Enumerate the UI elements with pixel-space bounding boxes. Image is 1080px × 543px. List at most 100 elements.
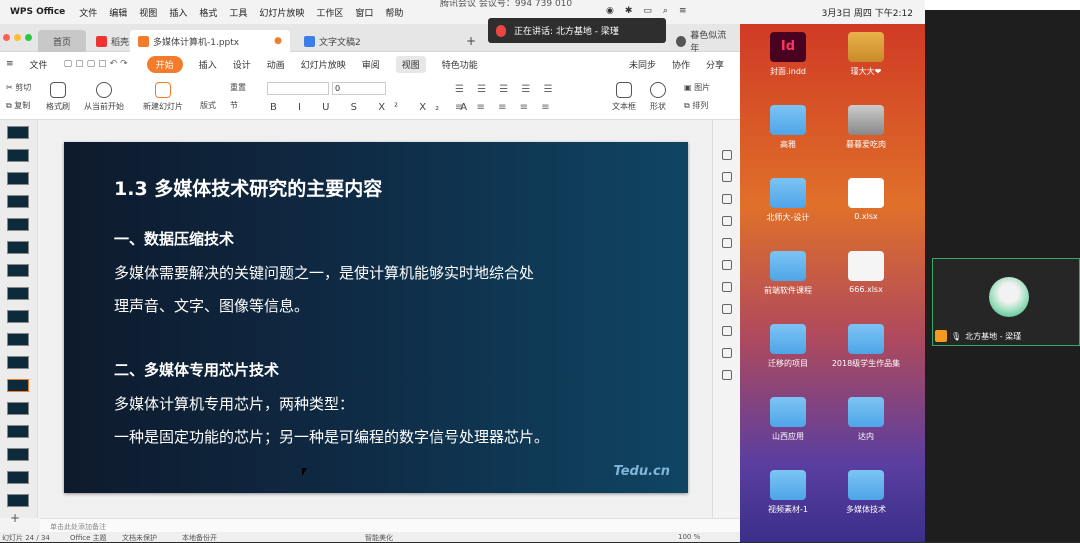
slide-thumbnail[interactable] [7, 287, 29, 300]
fill-icon[interactable] [722, 194, 732, 204]
ribbon-start[interactable]: 开始 [146, 55, 183, 73]
menu-workspace[interactable]: 工作区 [316, 6, 343, 19]
shape-tool-icon[interactable] [722, 172, 732, 182]
share-button[interactable]: 分享 [706, 58, 724, 71]
slide-thumbnail[interactable] [7, 448, 29, 461]
slide-thumbnail[interactable] [7, 471, 29, 484]
copy-tool-icon[interactable] [722, 216, 732, 226]
ribbon-design[interactable]: 设计 [233, 58, 251, 71]
ribbon-animation[interactable]: 动画 [267, 58, 285, 71]
cut-tool-icon[interactable] [722, 282, 732, 292]
new-slide-button[interactable]: 新建幻灯片 [143, 82, 183, 112]
slide-thumbnail[interactable] [7, 402, 29, 415]
ribbon-review[interactable]: 审阅 [362, 58, 380, 71]
ribbon-special[interactable]: 特色功能 [442, 58, 478, 71]
menu-view[interactable]: 视图 [139, 6, 157, 19]
video-tile[interactable]: 🎙 北方基地 - 梁瑾 [932, 258, 1080, 346]
paragraph-buttons[interactable]: ☰ ☰ ☰ ☰ ☰ [455, 84, 558, 95]
tab-pptx[interactable]: 多媒体计算机-1.pptx ● [130, 30, 290, 52]
battery-icon[interactable]: ▭ [643, 6, 652, 16]
slide-heading-2[interactable]: 二、多媒体专用芯片技术 [114, 359, 279, 380]
menu-insert[interactable]: 插入 [169, 6, 187, 19]
zoom-button[interactable] [25, 34, 32, 41]
menu-tools[interactable]: 工具 [229, 6, 247, 19]
layers-icon[interactable] [722, 260, 732, 270]
desktop-icon[interactable]: 达内 [826, 397, 906, 442]
shape-button[interactable]: 形状 [650, 82, 666, 112]
ribbon-insert[interactable]: 插入 [199, 58, 217, 71]
sync-button[interactable]: 未同步 [629, 58, 656, 71]
comment-icon[interactable] [722, 150, 732, 160]
menu-slideshow[interactable]: 幻灯片放映 [259, 6, 304, 19]
ribbon-file[interactable]: 文件 [30, 58, 48, 71]
notes-area[interactable]: 单击此处添加备注 [40, 518, 740, 532]
slide-text-3[interactable]: 多媒体计算机专用芯片，两种类型： [114, 393, 354, 414]
user-account[interactable]: 暮色似流年 [668, 30, 740, 54]
font-size-input[interactable]: 0 [332, 82, 386, 95]
picture-button[interactable]: ▣ 图片 [684, 82, 710, 93]
slide-text-1[interactable]: 多媒体需要解决的关键问题之一，是使计算机能够实时地综合处 [114, 262, 534, 283]
menu-help[interactable]: 帮助 [385, 6, 403, 19]
play-from-current-button[interactable]: 从当前开始 [84, 82, 124, 112]
menu-edit[interactable]: 编辑 [109, 6, 127, 19]
desktop-icon[interactable]: 瑾大大❤ [826, 32, 906, 77]
layout-button[interactable]: 版式 [200, 100, 216, 111]
history-icon[interactable] [722, 348, 732, 358]
desktop-icon[interactable]: 0.xlsx [826, 178, 906, 221]
tab-doc[interactable]: 文字文稿2 [296, 30, 446, 52]
desktop-icon[interactable]: 暮暮爱吃肉 [826, 105, 906, 150]
text-format-buttons[interactable]: B I U S X² X₂ A [270, 102, 476, 113]
desktop-icon[interactable]: 北师大-设计 [748, 178, 828, 223]
ribbon-view[interactable]: 视图 [395, 55, 426, 73]
close-button[interactable] [3, 34, 10, 41]
slide[interactable]: 1.3 多媒体技术研究的主要内容 一、数据压缩技术 多媒体需要解决的关键问题之一… [64, 142, 688, 493]
slide-title[interactable]: 1.3 多媒体技术研究的主要内容 [114, 174, 382, 201]
desktop-icon[interactable]: 2018级学生作品集 [826, 324, 906, 369]
desktop-icon[interactable]: 迁移的项目 [748, 324, 828, 369]
slide-thumbnail[interactable] [7, 241, 29, 254]
tab-home[interactable]: 首页 [38, 30, 86, 52]
slide-thumbnail[interactable] [7, 494, 29, 507]
slide-thumbnail[interactable] [7, 195, 29, 208]
desktop-icon[interactable]: 高雅 [748, 105, 828, 150]
slide-thumbnail[interactable] [7, 172, 29, 185]
adjust-icon[interactable] [722, 326, 732, 336]
copy-button[interactable]: ⧉ 复制 [6, 100, 30, 111]
wifi-icon[interactable]: ◉ [606, 6, 614, 16]
slide-thumbnail[interactable] [7, 218, 29, 231]
desktop-icon[interactable]: 666.xlsx [826, 251, 906, 294]
search-icon[interactable]: ⌕ [663, 6, 668, 16]
format-painter-button[interactable]: 格式刷 [46, 82, 70, 112]
location-icon[interactable] [722, 238, 732, 248]
font-family-select[interactable] [267, 82, 329, 95]
slide-text-2[interactable]: 理声音、文字、图像等信息。 [114, 295, 309, 316]
slide-thumbnail[interactable] [7, 126, 29, 139]
slide-heading-1[interactable]: 一、数据压缩技术 [114, 228, 234, 249]
minimize-button[interactable] [14, 34, 21, 41]
collab-button[interactable]: 协作 [672, 58, 690, 71]
slide-thumbnail[interactable] [7, 356, 29, 369]
cut-button[interactable]: ✂ 剪切 [6, 82, 31, 93]
menu-file[interactable]: 文件 [79, 6, 97, 19]
desktop-icon[interactable]: 前端软件课程 [748, 251, 828, 296]
slide-text-4[interactable]: 一种是固定功能的芯片；另一种是可编程的数字信号处理器芯片。 [114, 426, 549, 447]
desktop-icon[interactable]: 山西应用 [748, 397, 828, 442]
hamburger-icon[interactable]: ≡ [6, 59, 14, 69]
settings-icon[interactable] [722, 304, 732, 314]
slide-thumbnail[interactable] [7, 379, 29, 392]
desktop-icon[interactable]: 多媒体技术 [826, 470, 906, 515]
clock[interactable]: 3月3日 周四 下午2:12 [822, 6, 913, 19]
ribbon-slideshow[interactable]: 幻灯片放映 [301, 58, 346, 71]
slide-thumbnail[interactable] [7, 149, 29, 162]
align-buttons[interactable]: ≡ ≡ ≡ ≡ ≡ [455, 102, 555, 113]
menu-window[interactable]: 窗口 [355, 6, 373, 19]
slide-thumbnail[interactable] [7, 264, 29, 277]
new-tab-button[interactable]: + [458, 30, 484, 52]
app-menu[interactable]: WPS Office [10, 7, 65, 17]
slide-thumbnail[interactable] [7, 333, 29, 346]
menu-format[interactable]: 格式 [199, 6, 217, 19]
desktop-icon[interactable]: 视频素材-1 [748, 470, 828, 515]
add-slide-button[interactable]: + [10, 511, 20, 525]
control-center-icon[interactable]: ≡ [679, 6, 687, 16]
arrange-button[interactable]: ⧉ 排列 [684, 100, 708, 111]
